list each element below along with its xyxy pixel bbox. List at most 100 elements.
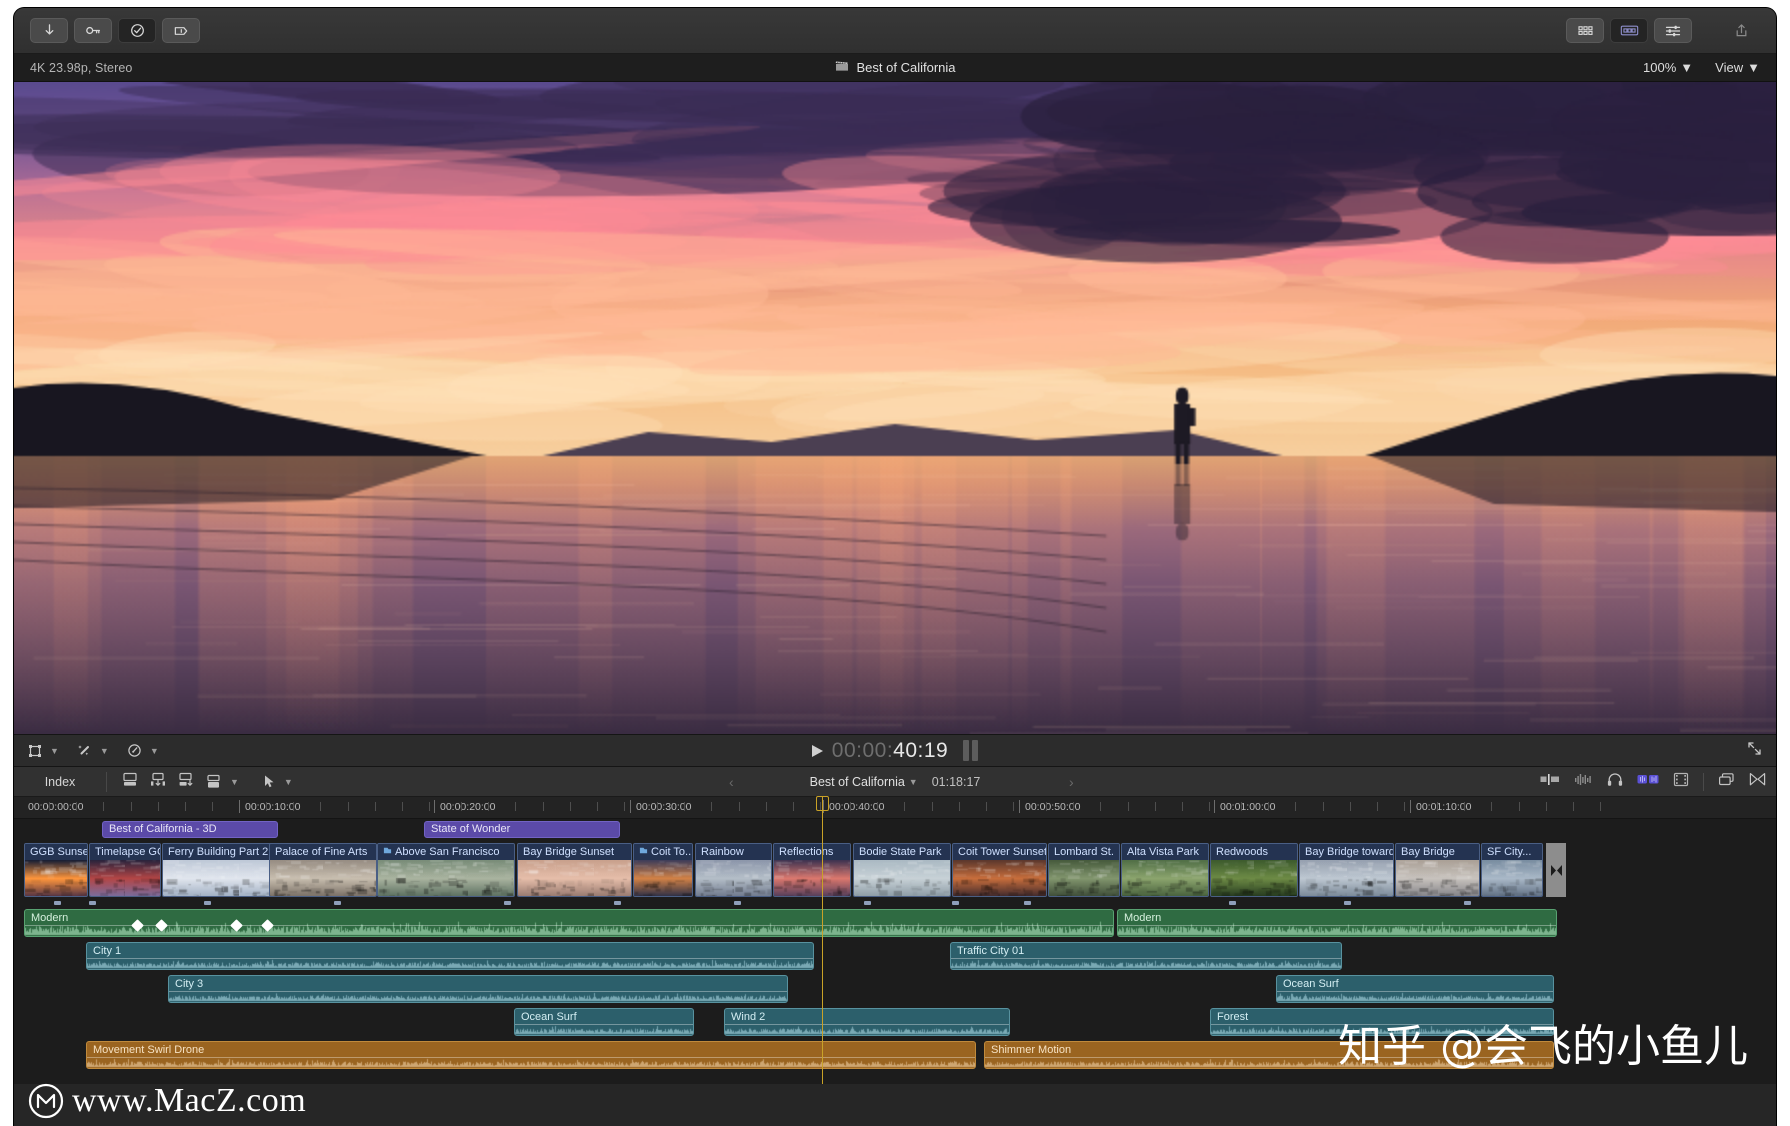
clip-marker[interactable] — [952, 901, 959, 905]
effects-tool-button[interactable]: ▼ — [77, 743, 109, 758]
share-button[interactable] — [1722, 18, 1760, 43]
timeline-history-button[interactable] — [1718, 772, 1735, 792]
macz-watermark-text: www.MacZ.com — [72, 1082, 307, 1119]
video-clip[interactable]: Bodie State Park — [853, 843, 951, 897]
ruler-tick — [738, 802, 740, 811]
clip-marker[interactable] — [614, 901, 621, 905]
video-clip[interactable]: Palace of Fine Arts — [269, 843, 377, 897]
ambience-ocean-2[interactable]: Ocean Surf — [1276, 975, 1554, 1003]
audio-waveform-button[interactable] — [1574, 773, 1593, 791]
video-clip[interactable]: Bay Bridge — [1395, 843, 1480, 897]
video-clip[interactable]: Rainbow — [695, 843, 772, 897]
clip-marker[interactable] — [1229, 901, 1236, 905]
timeline-ruler[interactable]: 00:00:00:00 00:00:10:00 00:00:20:00 00:00:3… — [14, 797, 1776, 819]
video-clip-thumbnails — [25, 860, 87, 896]
rating-button[interactable] — [118, 18, 156, 43]
keywords-button[interactable] — [74, 18, 112, 43]
chevron-down-icon: ▼ — [908, 776, 918, 787]
audio-monitor-button[interactable] — [1607, 772, 1623, 792]
video-clip[interactable]: Above San Francisco — [377, 843, 515, 897]
clip-marker[interactable] — [1344, 901, 1351, 905]
video-clip[interactable]: Alta Vista Park — [1121, 843, 1209, 897]
video-clip-label: Alta Vista Park — [1122, 844, 1208, 860]
volume-line[interactable] — [1277, 991, 1553, 992]
volume-line[interactable] — [985, 1057, 1553, 1058]
inspector-button[interactable] — [1654, 18, 1692, 43]
volume-line[interactable] — [1118, 925, 1556, 926]
transform-tool-button[interactable]: ▼ — [28, 744, 59, 758]
audio-meter[interactable] — [963, 740, 979, 761]
ambience-forest[interactable]: Forest — [1210, 1008, 1554, 1036]
timeline-toolbar: Index ▼ ▼ ‹ Best of California ▼ 01:18:1… — [14, 767, 1776, 797]
clip-marker[interactable] — [1024, 901, 1031, 905]
clip-marker[interactable] — [864, 901, 871, 905]
playhead[interactable] — [816, 796, 829, 1084]
clip-marker[interactable] — [204, 901, 211, 905]
ambience-city-3[interactable]: City 3 — [168, 975, 788, 1003]
clip-marker[interactable] — [1464, 901, 1471, 905]
video-clip-label: Coit To... — [634, 844, 692, 860]
browser-button[interactable] — [1566, 18, 1604, 43]
ruler-major-tick — [239, 800, 240, 813]
timeline-button[interactable] — [1610, 18, 1648, 43]
video-clip[interactable]: Reflections — [773, 843, 851, 897]
title-clips-row[interactable]: Best of California - 3D State of Wonder — [14, 819, 1776, 841]
viewer-canvas[interactable] — [14, 82, 1776, 734]
volume-line[interactable] — [515, 1024, 693, 1025]
video-clip[interactable]: Lombard St. — [1048, 843, 1120, 897]
volume-line[interactable] — [169, 991, 787, 992]
music-track-1[interactable]: Modern — [24, 909, 1114, 937]
video-clip[interactable]: Coit Tower Sunset — [952, 843, 1047, 897]
ruler-tick — [1181, 802, 1183, 811]
ambience-ocean-1[interactable]: Ocean Surf — [514, 1008, 694, 1036]
zoom-level-selector[interactable]: 100% ▼ — [1643, 60, 1693, 75]
volume-line[interactable] — [951, 958, 1341, 959]
ambience-city-1[interactable]: City 1 — [86, 942, 814, 970]
view-menu-button[interactable]: View ▼ — [1715, 60, 1760, 75]
clip-appearance-button[interactable] — [1540, 773, 1560, 791]
ambience-traffic[interactable]: Traffic City 01 — [950, 942, 1342, 970]
video-clip[interactable]: Bay Bridge toward SF — [1299, 843, 1394, 897]
retime-tool-button[interactable]: ▼ — [127, 743, 159, 758]
volume-line[interactable] — [725, 1024, 1009, 1025]
video-clip[interactable]: SF City... — [1481, 843, 1543, 897]
timeline-end-cap[interactable] — [1546, 843, 1566, 897]
clip-marker[interactable] — [334, 901, 341, 905]
video-clip[interactable]: Bay Bridge Sunset — [517, 843, 632, 897]
import-media-button[interactable] — [30, 18, 68, 43]
video-clip[interactable]: Redwoods — [1210, 843, 1298, 897]
expand-viewer-button[interactable] — [1747, 741, 1762, 761]
video-clip[interactable]: GGB Sunset — [24, 843, 88, 897]
volume-line[interactable] — [87, 1057, 975, 1058]
primary-storyline[interactable]: GGB SunsetTimelapse GGBFerry Building Pa… — [14, 843, 1776, 905]
ambience-wind-2[interactable]: Wind 2 — [724, 1008, 1010, 1036]
audio-lanes-button[interactable] — [1637, 773, 1659, 791]
timeline-area[interactable]: 00:00:00:00 00:00:10:00 00:00:20:00 00:00:3… — [14, 796, 1776, 1084]
ruler-tick — [1599, 802, 1601, 811]
clip-marker[interactable] — [504, 901, 511, 905]
toolbar-right-group — [1566, 18, 1760, 43]
clip-skimming-button[interactable] — [1673, 772, 1689, 792]
music-track-2[interactable]: Modern — [1117, 909, 1557, 937]
video-clip[interactable]: Ferry Building Part 2 — [162, 843, 279, 897]
volume-line[interactable] — [1211, 1024, 1553, 1025]
crossfade-button[interactable] — [1749, 772, 1766, 792]
connected-clips-area[interactable]: Modern Modern City 1 Traffic City 01 City 3 O… — [14, 909, 1776, 1084]
video-clip[interactable]: Timelapse GGB — [89, 843, 161, 897]
timeline-project-name[interactable]: Best of California — [810, 775, 905, 789]
volume-line[interactable] — [25, 925, 1113, 926]
ruler-tick — [1437, 802, 1439, 811]
title-clip[interactable]: Best of California - 3D — [102, 821, 278, 838]
clip-marker[interactable] — [54, 901, 61, 905]
title-clip[interactable]: State of Wonder — [424, 821, 620, 838]
fx-shimmer[interactable]: Shimmer Motion — [984, 1041, 1554, 1069]
video-clip[interactable]: Coit To... — [633, 843, 693, 897]
clip-marker[interactable] — [734, 901, 741, 905]
video-clip-label: GGB Sunset — [25, 844, 87, 860]
volume-line[interactable] — [87, 958, 813, 959]
clip-marker[interactable] — [89, 901, 96, 905]
fx-swirl-drone[interactable]: Movement Swirl Drone — [86, 1041, 976, 1069]
timeline-next-button[interactable]: › — [1069, 774, 1074, 790]
background-tasks-button[interactable] — [162, 18, 200, 43]
timeline-prev-button[interactable]: ‹ — [729, 774, 734, 790]
